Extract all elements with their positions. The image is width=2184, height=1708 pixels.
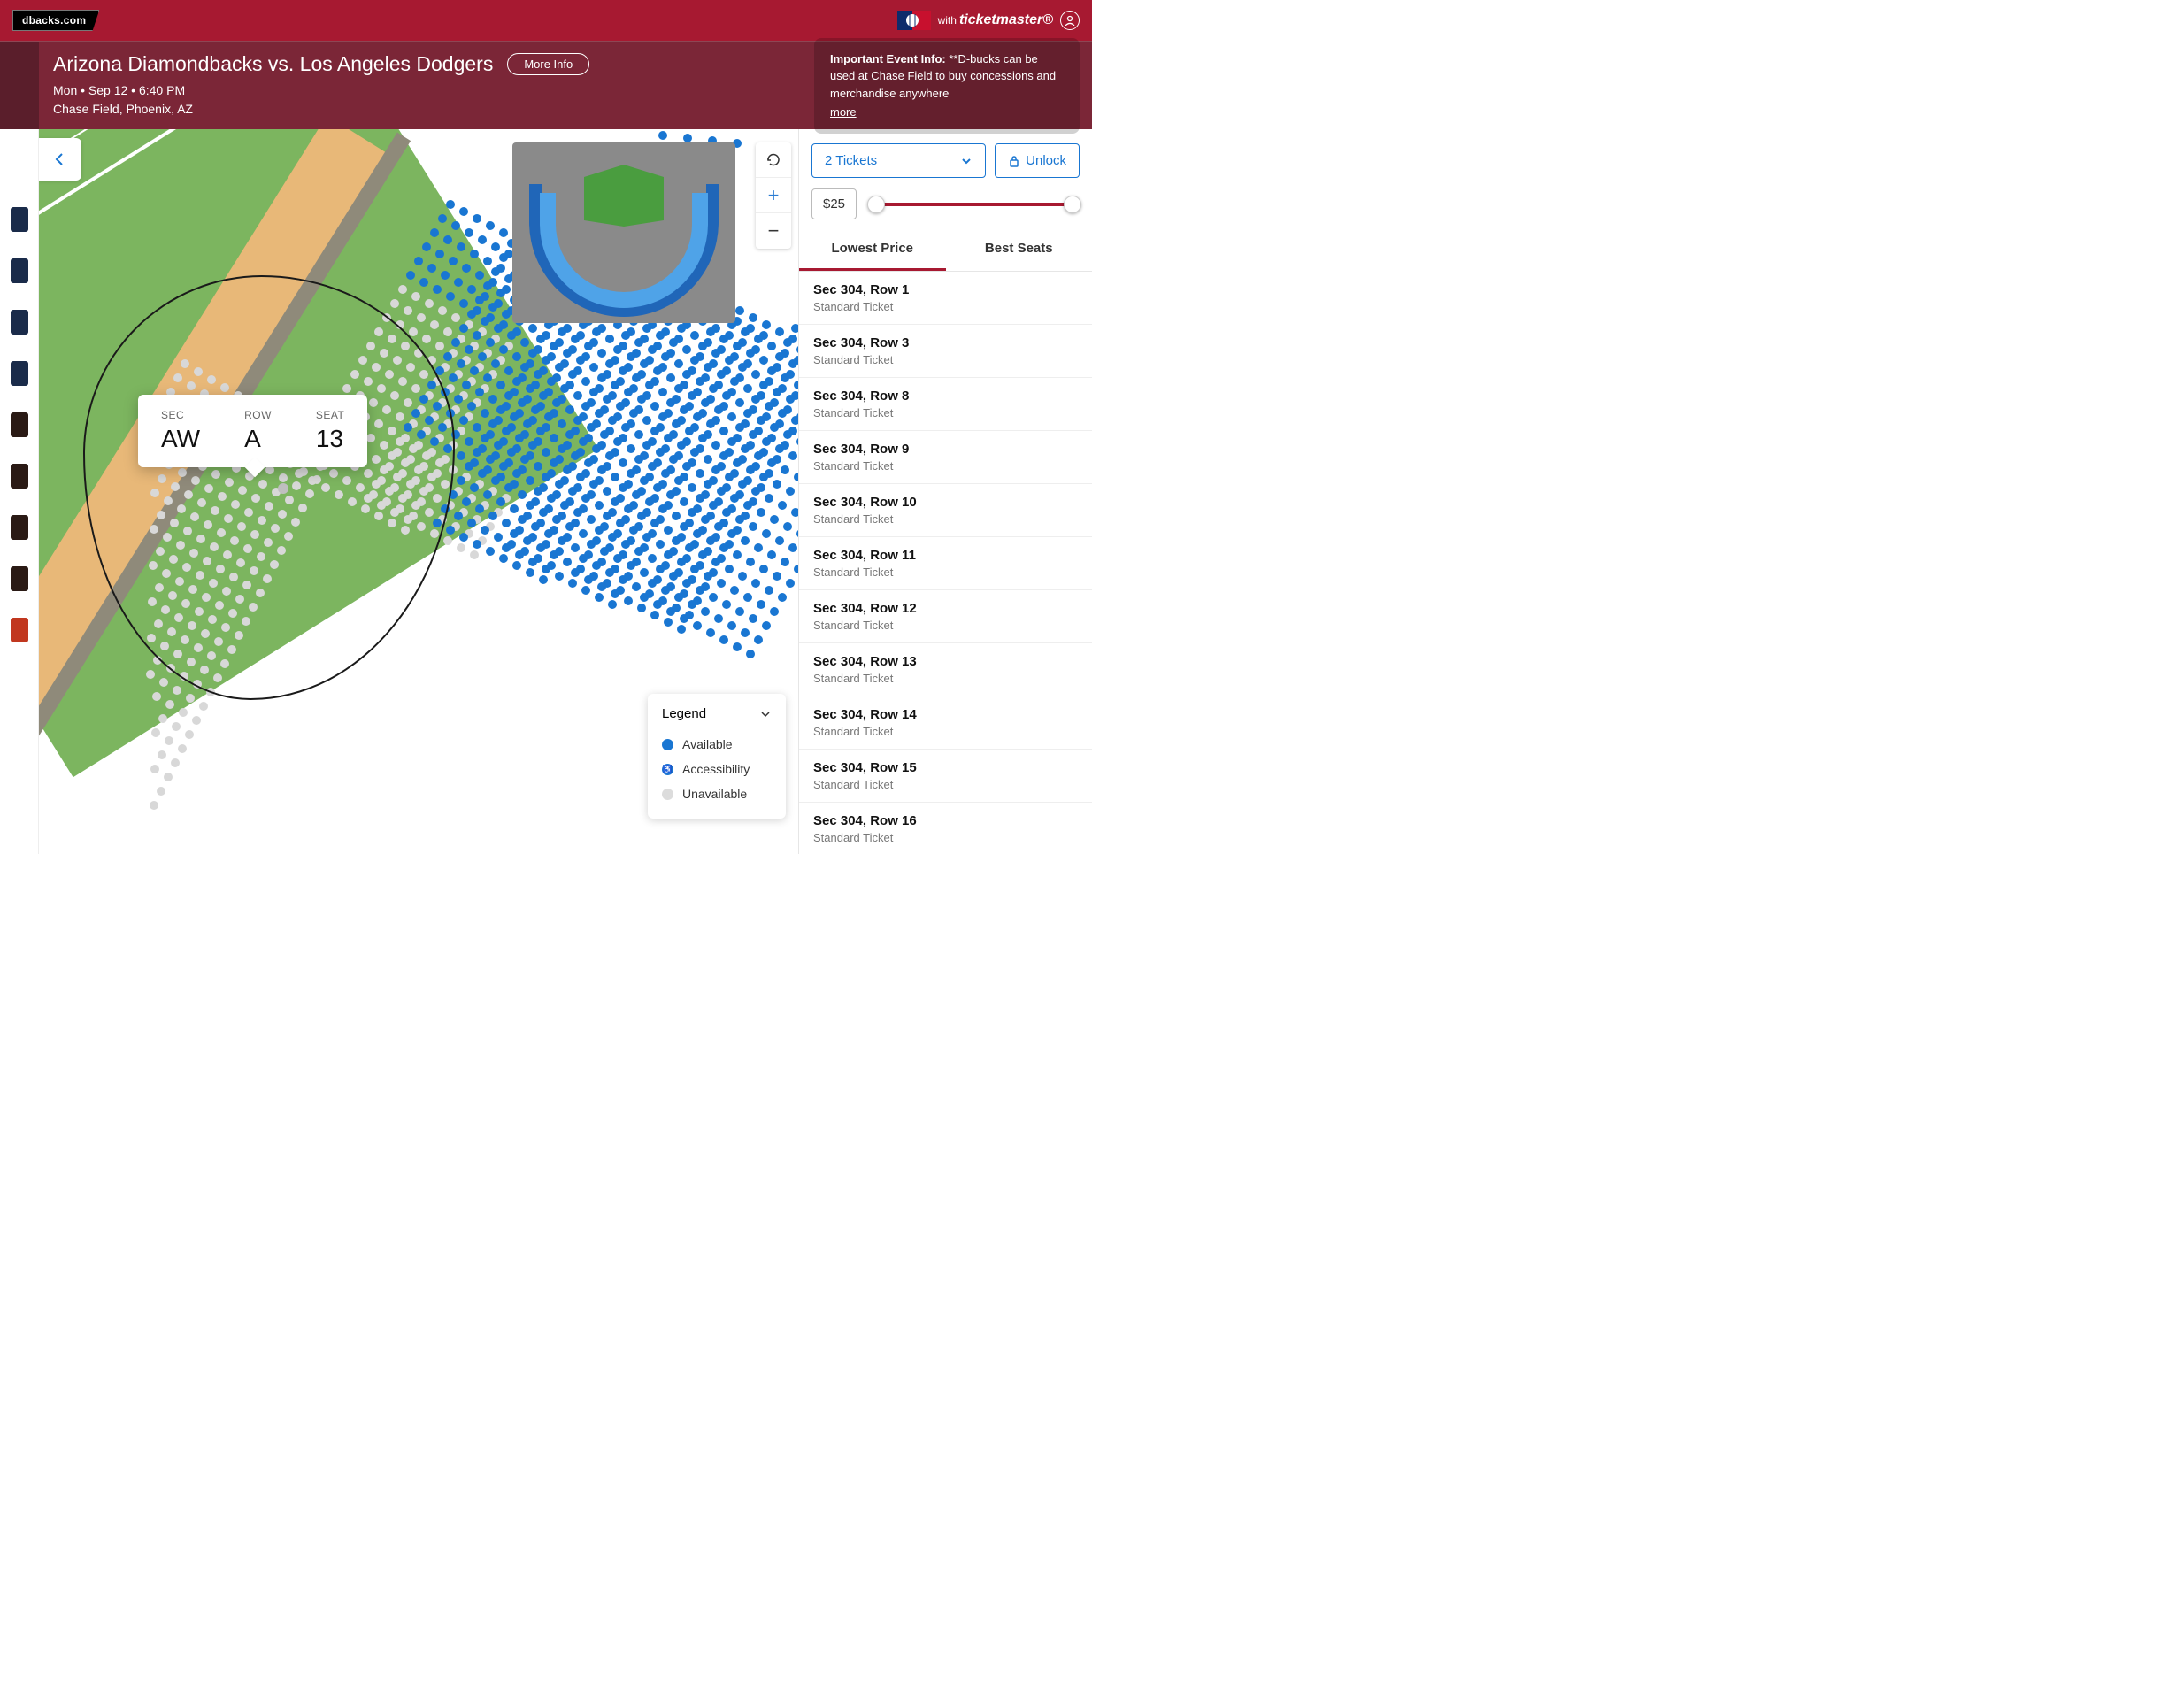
wheelchair-icon: ♿: [662, 764, 673, 775]
user-account-icon[interactable]: [1060, 11, 1080, 30]
legend[interactable]: Legend Available ♿ Accessibility Unavaila…: [648, 694, 786, 819]
ticket-listing-row[interactable]: Sec 304, Row 13 Standard Ticket: [799, 643, 1092, 696]
event-datetime: Mon • Sep 12 • 6:40 PM: [53, 81, 589, 100]
tooltip-row-label: ROW: [244, 409, 272, 421]
listing-type: Standard Ticket: [813, 512, 1078, 526]
chevron-down-icon[interactable]: [759, 708, 772, 720]
rail-item[interactable]: [11, 361, 28, 386]
tooltip-sec-value: AW: [161, 425, 200, 453]
listing-type: Standard Ticket: [813, 565, 1078, 579]
site-badge[interactable]: dbacks.com: [12, 10, 99, 31]
zoom-reset-button[interactable]: [756, 142, 791, 178]
listing-location: Sec 304, Row 12: [813, 601, 1078, 616]
listing-location: Sec 304, Row 1: [813, 282, 1078, 297]
legend-dot-unavailable: [662, 789, 673, 800]
ticket-listing-row[interactable]: Sec 304, Row 10 Standard Ticket: [799, 484, 1092, 537]
ticketmaster-branding: withticketmaster®: [897, 11, 1080, 30]
listing-type: Standard Ticket: [813, 353, 1078, 366]
legend-accessibility: Accessibility: [682, 762, 750, 776]
ticket-listing-row[interactable]: Sec 304, Row 16 Standard Ticket: [799, 803, 1092, 854]
listing-type: Standard Ticket: [813, 406, 1078, 419]
tab-best-seats[interactable]: Best Seats: [946, 228, 1093, 271]
seat-tooltip: SEC AW ROW A SEAT 13: [138, 395, 367, 467]
left-thumbnail-rail: [0, 129, 39, 854]
slider-thumb-max[interactable]: [1064, 196, 1081, 213]
legend-unavailable: Unavailable: [682, 787, 747, 801]
rail-item[interactable]: [11, 566, 28, 591]
listing-location: Sec 304, Row 3: [813, 335, 1078, 350]
unlock-button[interactable]: Unlock: [995, 143, 1080, 178]
listing-location: Sec 304, Row 13: [813, 654, 1078, 669]
banner-more-link[interactable]: more: [830, 104, 857, 121]
ticket-listing-row[interactable]: Sec 304, Row 12 Standard Ticket: [799, 590, 1092, 643]
listing-type: Standard Ticket: [813, 725, 1078, 738]
listing-location: Sec 304, Row 14: [813, 707, 1078, 722]
listing-location: Sec 304, Row 16: [813, 813, 1078, 828]
listing-type: Standard Ticket: [813, 778, 1078, 791]
listing-location: Sec 304, Row 10: [813, 495, 1078, 510]
rail-item[interactable]: [11, 618, 28, 642]
listing-type: Standard Ticket: [813, 672, 1078, 685]
rail-item[interactable]: [11, 310, 28, 335]
seat-map[interactable]: + − SEC AW ROW A SEAT 13 Legend Available ♿…: [39, 129, 798, 854]
ticket-listing-row[interactable]: Sec 304, Row 9 Standard Ticket: [799, 431, 1092, 484]
rail-item[interactable]: [11, 207, 28, 232]
map-back-button[interactable]: [39, 138, 81, 181]
listing-type: Standard Ticket: [813, 831, 1078, 844]
lock-icon: [1008, 155, 1020, 167]
ticket-listing-row[interactable]: Sec 304, Row 1 Standard Ticket: [799, 272, 1092, 325]
sort-tabs: Lowest Price Best Seats: [799, 228, 1092, 272]
listing-location: Sec 304, Row 9: [813, 442, 1078, 457]
zoom-in-button[interactable]: +: [756, 178, 791, 213]
ticket-listing-row[interactable]: Sec 304, Row 8 Standard Ticket: [799, 378, 1092, 431]
event-header: Arizona Diamondbacks vs. Los Angeles Dod…: [0, 41, 1092, 129]
minimap[interactable]: [512, 142, 735, 323]
event-info-banner[interactable]: Important Event Info: **D-bucks can be u…: [814, 38, 1080, 134]
rail-item[interactable]: [11, 258, 28, 283]
listing-type: Standard Ticket: [813, 619, 1078, 632]
listing-location: Sec 304, Row 15: [813, 760, 1078, 775]
legend-available: Available: [682, 737, 733, 751]
event-thumbnail: [0, 42, 39, 129]
price-min-display: $25: [811, 188, 857, 219]
listing-location: Sec 304, Row 8: [813, 389, 1078, 404]
banner-label: Important Event Info:: [830, 52, 946, 65]
ticket-listing-row[interactable]: Sec 304, Row 15 Standard Ticket: [799, 750, 1092, 803]
listing-location: Sec 304, Row 11: [813, 548, 1078, 563]
legend-title: Legend: [662, 706, 706, 721]
event-venue: Chase Field, Phoenix, AZ: [53, 100, 589, 119]
tooltip-row-value: A: [244, 425, 272, 453]
event-title: Arizona Diamondbacks vs. Los Angeles Dod…: [53, 52, 493, 76]
legend-dot-available: [662, 739, 673, 750]
ticket-listings[interactable]: Sec 304, Row 1Standard TicketSec 304, Ro…: [799, 272, 1092, 854]
rail-item[interactable]: [11, 412, 28, 437]
sidebar: 2 Tickets Unlock $25 Lowest Price Best S…: [798, 129, 1092, 854]
listing-type: Standard Ticket: [813, 459, 1078, 473]
more-info-button[interactable]: More Info: [507, 53, 589, 75]
tooltip-seat-value: 13: [316, 425, 344, 453]
zoom-out-button[interactable]: −: [756, 213, 791, 249]
slider-thumb-min[interactable]: [867, 196, 885, 213]
chevron-down-icon: [960, 155, 973, 167]
topbar: dbacks.com withticketmaster®: [0, 0, 1092, 41]
tooltip-seat-label: SEAT: [316, 409, 344, 421]
price-slider[interactable]: [869, 196, 1080, 212]
zoom-controls: + −: [756, 142, 791, 249]
ticketmaster-label: withticketmaster®: [938, 12, 1053, 28]
ticket-listing-row[interactable]: Sec 304, Row 11 Standard Ticket: [799, 537, 1092, 590]
rail-item[interactable]: [11, 515, 28, 540]
tooltip-sec-label: SEC: [161, 409, 200, 421]
tab-lowest-price[interactable]: Lowest Price: [799, 228, 946, 271]
mlb-logo-icon: [897, 11, 931, 30]
ticket-quantity-select[interactable]: 2 Tickets: [811, 143, 986, 178]
rail-item[interactable]: [11, 464, 28, 489]
listing-type: Standard Ticket: [813, 300, 1078, 313]
ticket-listing-row[interactable]: Sec 304, Row 3 Standard Ticket: [799, 325, 1092, 378]
ticket-listing-row[interactable]: Sec 304, Row 14 Standard Ticket: [799, 696, 1092, 750]
tooltip-anchor-dot: [278, 483, 288, 494]
